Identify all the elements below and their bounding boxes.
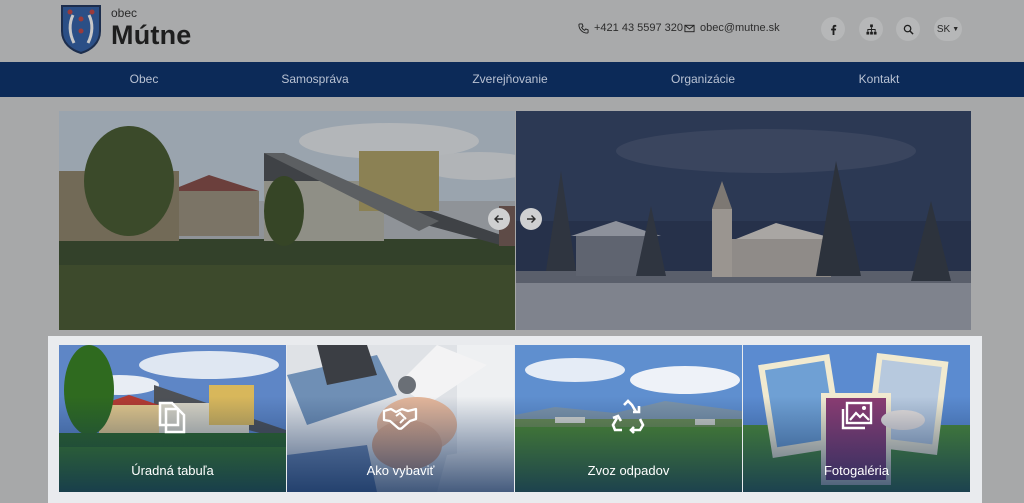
tile-label: Zvoz odpadov: [587, 463, 670, 478]
coat-of-arms-logo[interactable]: [59, 3, 103, 55]
tile-label: Fotogaléria: [823, 463, 890, 478]
handshake-icon: [382, 407, 418, 430]
brand-prefix[interactable]: obec: [111, 6, 137, 20]
gallery-icon: [841, 401, 873, 430]
facebook-button[interactable]: [821, 17, 845, 41]
brand-name[interactable]: Mútne: [111, 20, 191, 51]
caret-down-icon: ▼: [952, 25, 960, 33]
envelope-icon: [684, 24, 695, 32]
tile-label: Úradná tabuľa: [131, 463, 214, 478]
phone-icon: [578, 22, 589, 34]
search-button[interactable]: [896, 17, 920, 41]
tile-fotogaleria[interactable]: Fotogaléria: [743, 345, 970, 492]
image-slider: [59, 111, 971, 330]
documents-icon: [158, 401, 186, 434]
arrow-left-icon: [494, 215, 503, 223]
nav-item-zverejnovanie[interactable]: Zverejňovanie: [472, 62, 547, 97]
email-address: obec@mutne.sk: [700, 22, 780, 34]
sitemap-icon: [865, 23, 877, 35]
recycle-icon: [611, 399, 645, 434]
slide-summer-building[interactable]: [59, 111, 515, 330]
language-selector[interactable]: SK ▼: [934, 17, 962, 41]
nav-item-samosprava[interactable]: Samospráva: [281, 62, 348, 97]
arrow-right-icon: [527, 215, 536, 223]
tile-uradna-tabula[interactable]: Úradná tabuľa: [59, 345, 286, 492]
slider-prev-button[interactable]: [488, 208, 510, 230]
phone-contact[interactable]: +421 43 5597 320: [578, 22, 683, 34]
tile-label: Ako vybaviť: [366, 463, 435, 478]
language-code: SK: [936, 23, 951, 35]
winter-church-image: [516, 111, 971, 330]
nav-item-organizacie[interactable]: Organizácie: [671, 62, 735, 97]
nav-item-obec[interactable]: Obec: [130, 62, 159, 97]
tile-zvoz-odpadov[interactable]: Zvoz odpadov: [515, 345, 742, 492]
search-icon: [903, 24, 914, 35]
nav-item-kontakt[interactable]: Kontakt: [859, 62, 900, 97]
site-header: obec Mútne +421 43 5597 320 obec@mutne.s…: [0, 0, 1024, 62]
facebook-icon: [830, 24, 836, 35]
phone-number: +421 43 5597 320: [594, 22, 684, 34]
slider-next-button[interactable]: [520, 208, 542, 230]
summer-building-image: [59, 111, 515, 330]
slide-winter-church[interactable]: [516, 111, 971, 330]
tile-ako-vybavit[interactable]: Ako vybaviť: [287, 345, 514, 492]
email-contact[interactable]: obec@mutne.sk: [684, 22, 780, 34]
main-navigation: Obec Samospráva Zverejňovanie Organizáci…: [0, 62, 1024, 97]
sitemap-button[interactable]: [859, 17, 883, 41]
